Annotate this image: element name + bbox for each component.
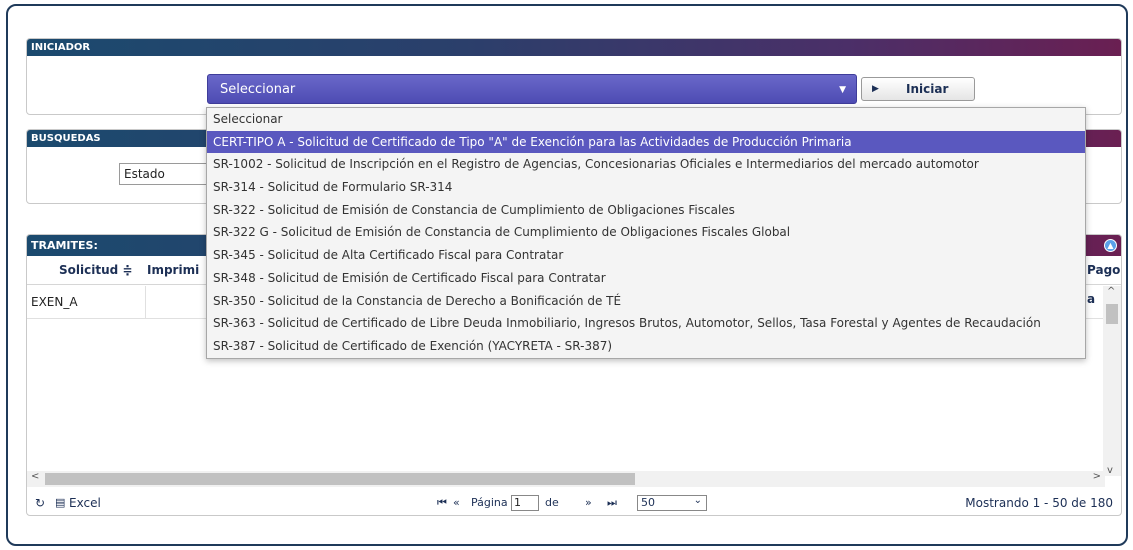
records-status: Mostrando 1 - 50 de 180 bbox=[965, 496, 1113, 510]
excel-icon[interactable]: ▤ bbox=[55, 489, 65, 515]
dropdown-item[interactable]: SR-348 - Solicitud de Emisión de Certifi… bbox=[207, 267, 1085, 290]
dropdown-item-selected[interactable]: CERT-TIPO A - Solicitud de Certificado d… bbox=[207, 130, 1085, 154]
dropdown-item[interactable]: SR-345 - Solicitud de Alta Certificado F… bbox=[207, 244, 1085, 267]
scroll-left-icon[interactable]: < bbox=[31, 471, 39, 482]
dropdown-item[interactable]: SR-363 - Solicitud de Certificado de Lib… bbox=[207, 312, 1085, 335]
next-page-icon[interactable]: » bbox=[585, 489, 592, 515]
iniciar-button[interactable]: ▶ Iniciar bbox=[861, 77, 975, 101]
tramite-select[interactable]: Seleccionar ▼ bbox=[207, 74, 857, 104]
chevron-down-icon: ⌄ bbox=[693, 495, 702, 506]
dropdown-item[interactable]: SR-1002 - Solicitud de Inscripción en el… bbox=[207, 153, 1085, 176]
excel-export-button[interactable]: Excel bbox=[69, 489, 101, 515]
col-pago[interactable]: Pago a bbox=[1087, 256, 1121, 306]
scroll-up-icon[interactable]: ^ bbox=[1107, 286, 1115, 297]
hscroll-thumb[interactable] bbox=[45, 473, 635, 485]
tramite-select-value: Seleccionar bbox=[220, 82, 296, 97]
horizontal-scrollbar[interactable]: < > bbox=[27, 471, 1105, 487]
last-page-icon[interactable]: ⏭ bbox=[607, 489, 617, 515]
dropdown-item[interactable]: SR-322 - Solicitud de Emisión de Constan… bbox=[207, 199, 1085, 222]
tramites-title: TRAMITES: bbox=[31, 239, 98, 252]
page-input[interactable]: 1 bbox=[511, 495, 539, 511]
page-label: Página bbox=[471, 496, 508, 509]
col-solicitud-label: Solicitud bbox=[59, 263, 119, 277]
estado-select[interactable]: Estado bbox=[119, 163, 209, 185]
dropdown-item[interactable]: SR-350 - Solicitud de la Constancia de D… bbox=[207, 290, 1085, 313]
col-solicitud[interactable]: Solicitud ≑ bbox=[59, 256, 132, 285]
sort-icon: ≑ bbox=[122, 263, 133, 277]
scroll-down-icon[interactable]: v bbox=[1107, 465, 1113, 476]
page-size-value: 50 bbox=[641, 496, 655, 509]
chevron-down-icon: ▼ bbox=[839, 85, 846, 95]
prev-page-icon[interactable]: « bbox=[453, 489, 460, 515]
iniciador-header: INICIADOR bbox=[27, 39, 1121, 56]
pager-footer: ↻ ▤ Excel ⏮ « Página 1 de 4 » ⏭ 50 ⌄ Mos… bbox=[27, 489, 1121, 515]
scroll-thumb[interactable] bbox=[1106, 304, 1118, 324]
refresh-icon[interactable]: ↻ bbox=[35, 489, 45, 515]
collapse-icon[interactable]: ▲ bbox=[1104, 239, 1117, 252]
first-page-icon[interactable]: ⏮ bbox=[437, 489, 447, 515]
play-icon: ▶ bbox=[872, 84, 879, 94]
page-size-select[interactable]: 50 ⌄ bbox=[637, 495, 707, 511]
dropdown-item[interactable]: Seleccionar bbox=[207, 108, 1085, 131]
dropdown-item[interactable]: SR-322 G - Solicitud de Emisión de Const… bbox=[207, 221, 1085, 244]
tramite-dropdown-list: Seleccionar CERT-TIPO A - Solicitud de C… bbox=[206, 107, 1086, 359]
iniciar-label: Iniciar bbox=[906, 82, 949, 96]
scroll-right-icon[interactable]: > bbox=[1093, 471, 1101, 482]
vertical-scrollbar[interactable]: ^ v bbox=[1103, 286, 1121, 476]
dropdown-item[interactable]: SR-314 - Solicitud de Formulario SR-314 bbox=[207, 176, 1085, 199]
cell-solicitud: EXEN_A bbox=[31, 295, 78, 309]
col-imprimir[interactable]: Imprimi bbox=[147, 256, 199, 285]
page-count: de 4 bbox=[545, 496, 559, 509]
dropdown-item[interactable]: SR-387 - Solicitud de Certificado de Exe… bbox=[207, 335, 1085, 358]
cell-divider bbox=[145, 286, 146, 319]
iniciador-panel: INICIADOR Seleccionar ▼ ▶ Iniciar bbox=[26, 38, 1122, 115]
